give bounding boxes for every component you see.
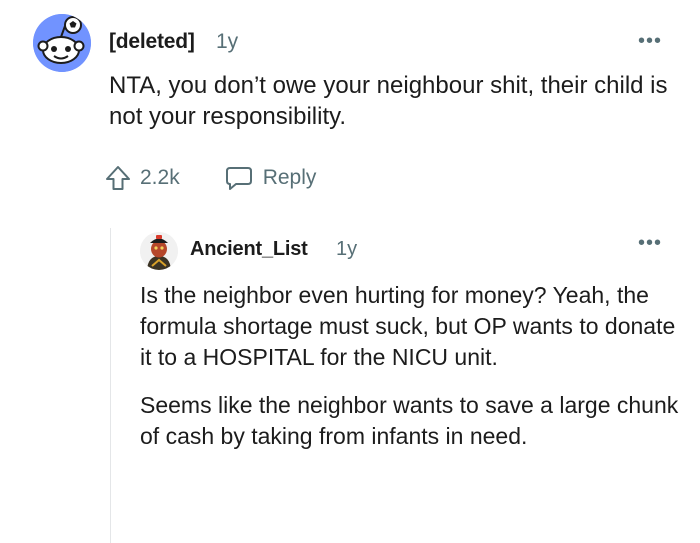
speech-bubble-icon — [225, 167, 252, 190]
comment-body: NTA, you don’t owe your neighbour shit, … — [109, 72, 668, 130]
reply-age: 1y — [336, 238, 358, 260]
comment-age: 1y — [216, 30, 239, 53]
upvote-button[interactable]: 2.2k — [104, 164, 180, 192]
thread-line[interactable] — [110, 228, 111, 543]
more-options-icon[interactable]: ••• — [638, 30, 662, 53]
reply-button[interactable]: Reply — [224, 164, 317, 192]
more-options-icon[interactable]: ••• — [638, 232, 662, 255]
reply-body: Is the neighbor even hurting for money? … — [140, 280, 680, 469]
reply-username[interactable]: Ancient_List — [190, 238, 308, 261]
avatar[interactable] — [33, 14, 91, 72]
comment-actions: 2.2k Reply — [104, 158, 316, 198]
reply-avatar[interactable] — [140, 232, 178, 270]
snoo-avatar-icon — [33, 14, 91, 72]
reply-label: Reply — [262, 166, 317, 189]
vote-count: 2.2k — [140, 166, 180, 189]
reply-paragraph: Is the neighbor even hurting for money? … — [140, 282, 676, 370]
upvote-arrow-icon — [106, 166, 130, 190]
reply-paragraph: Seems like the neighbor wants to save a … — [140, 392, 679, 449]
character-avatar-icon — [140, 232, 178, 270]
username[interactable]: [deleted] — [109, 30, 195, 54]
